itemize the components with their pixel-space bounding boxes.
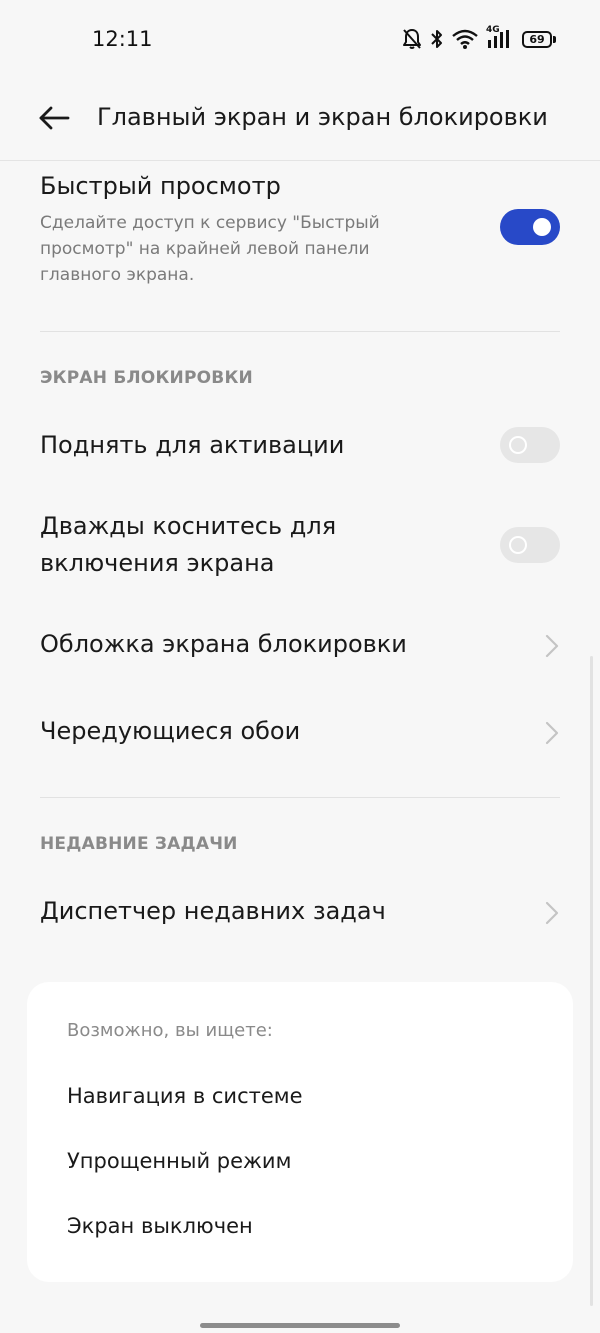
bluetooth-icon — [430, 28, 444, 50]
status-time: 12:11 — [92, 27, 153, 51]
scrollbar[interactable] — [590, 656, 593, 1306]
home-indicator[interactable] — [200, 1323, 400, 1328]
rotating-wallpapers-row[interactable]: Чередующиеся обои — [40, 713, 560, 753]
double-tap-label: Дважды коснитесь для включения экрана — [40, 512, 337, 577]
divider — [40, 331, 560, 332]
recent-tasks-manager-label: Диспетчер недавних задач — [40, 897, 386, 925]
suggestion-link[interactable]: Экран выключен — [67, 1214, 253, 1238]
double-tap-toggle[interactable] — [500, 527, 560, 563]
battery-level: 69 — [522, 30, 552, 48]
raise-to-wake-label: Поднять для активации — [40, 431, 345, 459]
quick-view-toggle[interactable] — [500, 209, 560, 245]
chevron-right-icon — [545, 721, 559, 745]
recent-tasks-section-header: НЕДАВНИЕ ЗАДАЧИ — [40, 834, 238, 854]
quick-view-title: Быстрый просмотр — [40, 172, 281, 200]
suggestion-link[interactable]: Упрощенный режим — [67, 1149, 291, 1173]
chevron-right-icon — [545, 901, 559, 925]
back-button[interactable] — [34, 98, 74, 138]
chevron-right-icon — [545, 634, 559, 658]
page-title: Главный экран и экран блокировки — [97, 103, 548, 131]
bell-muted-icon — [402, 28, 422, 50]
rotating-wallpapers-label: Чередующиеся обои — [40, 717, 301, 745]
raise-to-wake-toggle[interactable] — [500, 427, 560, 463]
suggestions-card: Возможно, вы ищете: Навигация в системе … — [27, 982, 573, 1282]
app-header: Главный экран и экран блокировки — [0, 80, 600, 161]
divider — [40, 797, 560, 798]
lock-screen-cover-row[interactable]: Обложка экрана блокировки — [40, 626, 560, 666]
suggestions-label: Возможно, вы ищете: — [67, 1020, 273, 1041]
wifi-icon — [452, 29, 478, 49]
raise-to-wake-row[interactable]: Поднять для активации — [40, 427, 560, 467]
status-bar: 12:11 4G 69 — [0, 0, 600, 80]
lock-screen-section-header: ЭКРАН БЛОКИРОВКИ — [40, 368, 253, 388]
battery-icon: 69 — [522, 30, 556, 48]
back-arrow-icon — [39, 106, 70, 130]
status-icons: 4G 69 — [402, 25, 556, 50]
lock-screen-cover-label: Обложка экрана блокировки — [40, 630, 407, 658]
quick-view-subtitle: Сделайте доступ к сервису "Быстрый просм… — [40, 213, 380, 285]
double-tap-row[interactable]: Дважды коснитесь для включения экрана — [40, 508, 370, 582]
recent-tasks-manager-row[interactable]: Диспетчер недавних задач — [40, 893, 560, 933]
cellular-signal-icon: 4G — [486, 25, 514, 50]
suggestion-link[interactable]: Навигация в системе — [67, 1084, 303, 1108]
